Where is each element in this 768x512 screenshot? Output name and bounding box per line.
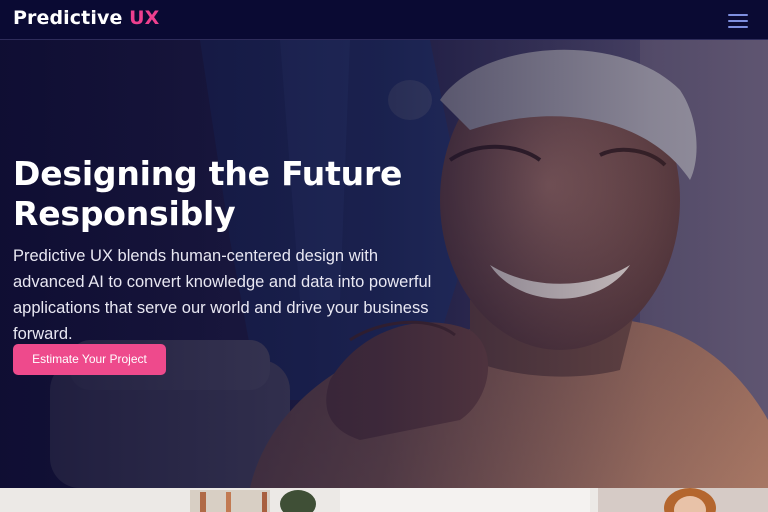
logo-text: Predictive: [13, 7, 123, 29]
next-section-preview: [0, 488, 768, 512]
logo[interactable]: Predictive UX: [13, 7, 159, 29]
logo-accent: UX: [129, 7, 160, 29]
hero-title: Designing the Future Responsibly: [13, 154, 403, 233]
hero-section: Designing the Future Responsibly Predict…: [0, 40, 768, 488]
hamburger-menu-icon[interactable]: [728, 11, 750, 29]
preview-images: [0, 488, 768, 512]
hero-description: Predictive UX blends human-centered desi…: [13, 247, 432, 343]
estimate-project-button[interactable]: Estimate Your Project: [13, 344, 166, 375]
site-header: Predictive UX: [0, 0, 768, 40]
